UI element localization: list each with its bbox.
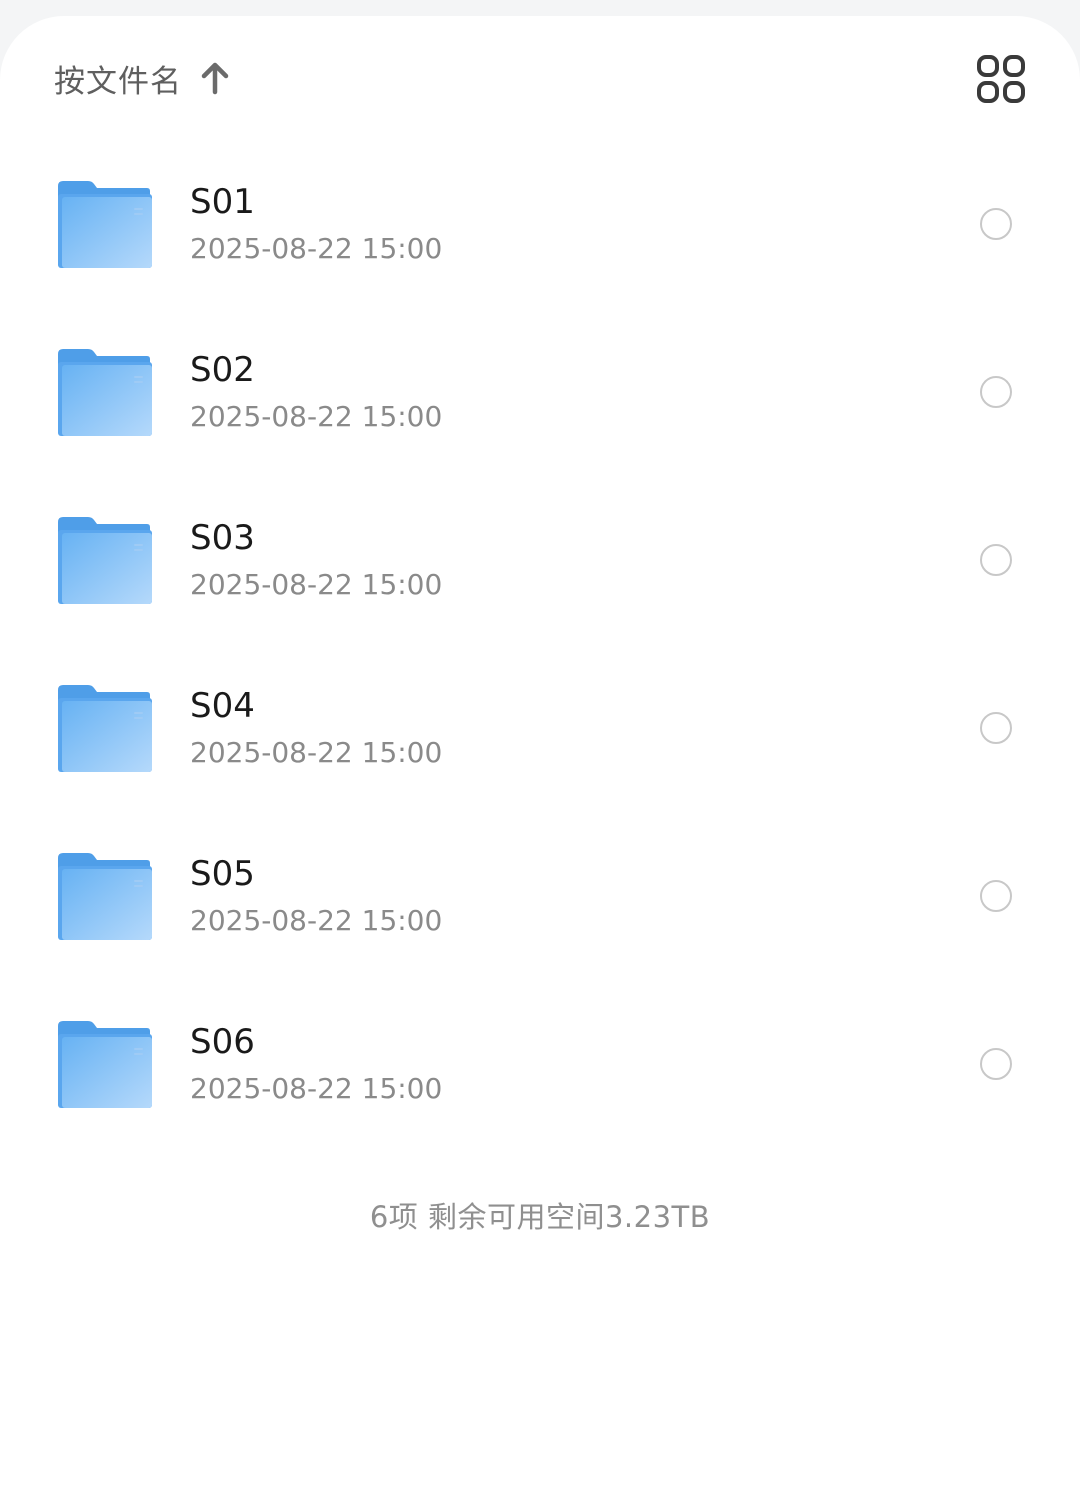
- file-modified-date: 2025-08-22 15:00: [190, 232, 443, 265]
- storage-summary: 6项 剩余可用空间3.23TB: [369, 1200, 711, 1234]
- list-item-s02[interactable]: S02 2025-08-22 15:00: [0, 324, 1080, 492]
- folder-icon: [58, 181, 152, 268]
- folder-icon: [58, 517, 152, 604]
- file-modified-date: 2025-08-22 15:00: [190, 904, 443, 937]
- folder-icon: [58, 1021, 152, 1108]
- file-name: S01: [190, 182, 255, 222]
- list-header: 按文件名: [0, 16, 1080, 136]
- select-checkbox[interactable]: [980, 880, 1012, 912]
- select-checkbox[interactable]: [980, 208, 1012, 240]
- file-name: S03: [190, 518, 255, 558]
- folder-icon: [58, 853, 152, 940]
- file-list-sheet: 按文件名 S01 2025-08-22 15:00 S02 2025-08-22…: [0, 16, 1080, 1506]
- grid-view-icon[interactable]: [976, 54, 1026, 104]
- sort-by-name-button[interactable]: 按文件名: [54, 56, 230, 100]
- list-item-s03[interactable]: S03 2025-08-22 15:00: [0, 492, 1080, 660]
- arrow-up-icon: [201, 62, 229, 95]
- list-item-s01[interactable]: S01 2025-08-22 15:00: [0, 156, 1080, 324]
- folder-icon: [58, 349, 152, 436]
- sort-label: 按文件名: [54, 63, 182, 100]
- select-checkbox[interactable]: [980, 376, 1012, 408]
- select-checkbox[interactable]: [980, 544, 1012, 576]
- list-item-s06[interactable]: S06 2025-08-22 15:00: [0, 996, 1080, 1164]
- select-checkbox[interactable]: [980, 712, 1012, 744]
- file-name: S05: [190, 854, 255, 894]
- file-modified-date: 2025-08-22 15:00: [190, 1072, 443, 1105]
- select-checkbox[interactable]: [980, 1048, 1012, 1080]
- file-modified-date: 2025-08-22 15:00: [190, 568, 443, 601]
- list-item-s05[interactable]: S05 2025-08-22 15:00: [0, 828, 1080, 996]
- file-modified-date: 2025-08-22 15:00: [190, 736, 443, 769]
- file-name: S04: [190, 686, 255, 726]
- file-modified-date: 2025-08-22 15:00: [190, 400, 443, 433]
- file-name: S06: [190, 1022, 255, 1062]
- folder-icon: [58, 685, 152, 772]
- list-item-s04[interactable]: S04 2025-08-22 15:00: [0, 660, 1080, 828]
- file-list: S01 2025-08-22 15:00 S02 2025-08-22 15:0…: [0, 156, 1080, 1164]
- file-name: S02: [190, 350, 255, 390]
